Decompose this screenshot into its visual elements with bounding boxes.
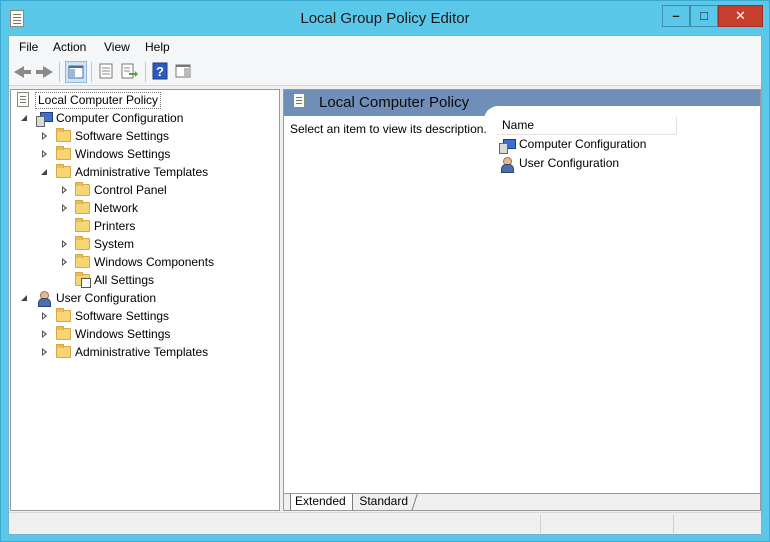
all-settings-folder-icon [74, 271, 91, 288]
details-header-tab: Local Computer Policy [284, 90, 499, 116]
title-bar[interactable]: Local Group Policy Editor – □ ✕ [1, 1, 769, 37]
show-hide-action-pane-button[interactable] [173, 61, 195, 83]
details-title: Local Computer Policy [319, 94, 470, 111]
toolbar-separator [145, 62, 146, 82]
tree-item-user-configuration[interactable]: User Configuration [15, 289, 275, 307]
menu-help[interactable]: Help [145, 40, 170, 54]
properties-button[interactable] [96, 61, 118, 83]
menu-action[interactable]: Action [53, 40, 86, 54]
collapsed-chevron-icon[interactable] [42, 348, 48, 356]
svg-text:?: ? [156, 64, 164, 79]
toolbar-separator [91, 62, 92, 82]
window-title: Local Group Policy Editor [300, 10, 470, 27]
show-hide-console-tree-icon [68, 65, 84, 79]
collapsed-chevron-icon[interactable] [42, 312, 48, 320]
tree-item-control-panel[interactable]: Control Panel [15, 181, 275, 199]
tree-item-uc-administrative-templates[interactable]: Administrative Templates [15, 343, 275, 361]
tree-item-uc-software-settings[interactable]: Software Settings [15, 307, 275, 325]
tree-item-printers[interactable]: Printers [15, 217, 275, 235]
toolbar-separator [59, 62, 60, 82]
collapsed-chevron-icon[interactable] [62, 258, 68, 266]
folder-icon [56, 164, 71, 178]
help-icon: ? [152, 62, 168, 80]
policy-document-icon [17, 92, 29, 107]
export-list-button[interactable] [119, 61, 141, 83]
column-header-name[interactable]: Name [497, 116, 677, 135]
policy-document-icon [293, 93, 305, 108]
minimize-button[interactable]: – [662, 5, 690, 27]
menu-file[interactable]: File [19, 40, 38, 54]
help-button[interactable]: ? [150, 61, 172, 83]
expanded-chevron-icon[interactable] [21, 115, 28, 122]
close-button[interactable]: ✕ [718, 5, 763, 27]
tree-item-computer-configuration[interactable]: Computer Configuration [15, 109, 275, 127]
properties-icon [99, 63, 113, 79]
expanded-chevron-icon[interactable] [21, 295, 28, 302]
description-text: Select an item to view its description. [290, 122, 487, 136]
collapsed-chevron-icon[interactable] [62, 204, 68, 212]
folder-icon [56, 128, 71, 142]
folder-icon [56, 326, 71, 340]
collapsed-chevron-icon[interactable] [42, 330, 48, 338]
status-cell [673, 515, 759, 533]
folder-icon [75, 182, 90, 196]
computer-icon [36, 110, 53, 127]
main-window: Local Group Policy Editor – □ ✕ File Act… [0, 0, 770, 542]
forward-button[interactable] [34, 61, 56, 83]
tree-item-windows-components[interactable]: Windows Components [15, 253, 275, 271]
view-tab-bar: Extended Standard [284, 493, 760, 510]
tree-item-all-settings[interactable]: All Settings [15, 271, 275, 289]
collapsed-chevron-icon[interactable] [42, 150, 48, 158]
maximize-button[interactable]: □ [690, 5, 718, 27]
folder-icon [56, 308, 71, 322]
folder-icon [75, 236, 90, 250]
tree-item-local-computer-policy[interactable]: Local Computer Policy [15, 91, 275, 109]
folder-icon [75, 254, 90, 268]
list-item-user-configuration[interactable]: User Configuration [499, 155, 699, 173]
toolbar: ? [9, 58, 761, 86]
back-button[interactable] [12, 61, 34, 83]
folder-icon [75, 200, 90, 214]
tree-item-cc-windows-settings[interactable]: Windows Settings [15, 145, 275, 163]
user-icon [36, 290, 52, 307]
tree-item-cc-software-settings[interactable]: Software Settings [15, 127, 275, 145]
collapsed-chevron-icon[interactable] [62, 186, 68, 194]
tree-item-system[interactable]: System [15, 235, 275, 253]
console-tree: Local Computer Policy Computer Configura… [10, 89, 280, 511]
tree-item-cc-administrative-templates[interactable]: Administrative Templates [15, 163, 275, 181]
user-icon [499, 156, 515, 173]
tab-standard[interactable]: Standard [350, 494, 418, 510]
details-pane: Local Computer Policy Select an item to … [283, 89, 761, 511]
status-bar [9, 512, 761, 534]
menu-bar: File Action View Help [9, 36, 761, 58]
show-hide-console-tree-button[interactable] [65, 61, 87, 83]
folder-icon [56, 146, 71, 160]
collapsed-chevron-icon[interactable] [62, 240, 68, 248]
list-item-computer-configuration[interactable]: Computer Configuration [499, 136, 699, 154]
computer-icon [499, 137, 516, 154]
tree-item-uc-windows-settings[interactable]: Windows Settings [15, 325, 275, 343]
collapsed-chevron-icon[interactable] [42, 132, 48, 140]
status-cell [540, 515, 673, 533]
client-area: File Action View Help ? Local Computer P… [8, 35, 762, 535]
folder-icon [56, 344, 71, 358]
expanded-chevron-icon[interactable] [41, 169, 48, 176]
show-hide-action-pane-icon [175, 64, 191, 78]
export-list-icon [121, 63, 138, 79]
folder-icon [75, 218, 90, 232]
tab-extended[interactable]: Extended [290, 494, 353, 510]
menu-view[interactable]: View [104, 40, 130, 54]
tree-item-network[interactable]: Network [15, 199, 275, 217]
